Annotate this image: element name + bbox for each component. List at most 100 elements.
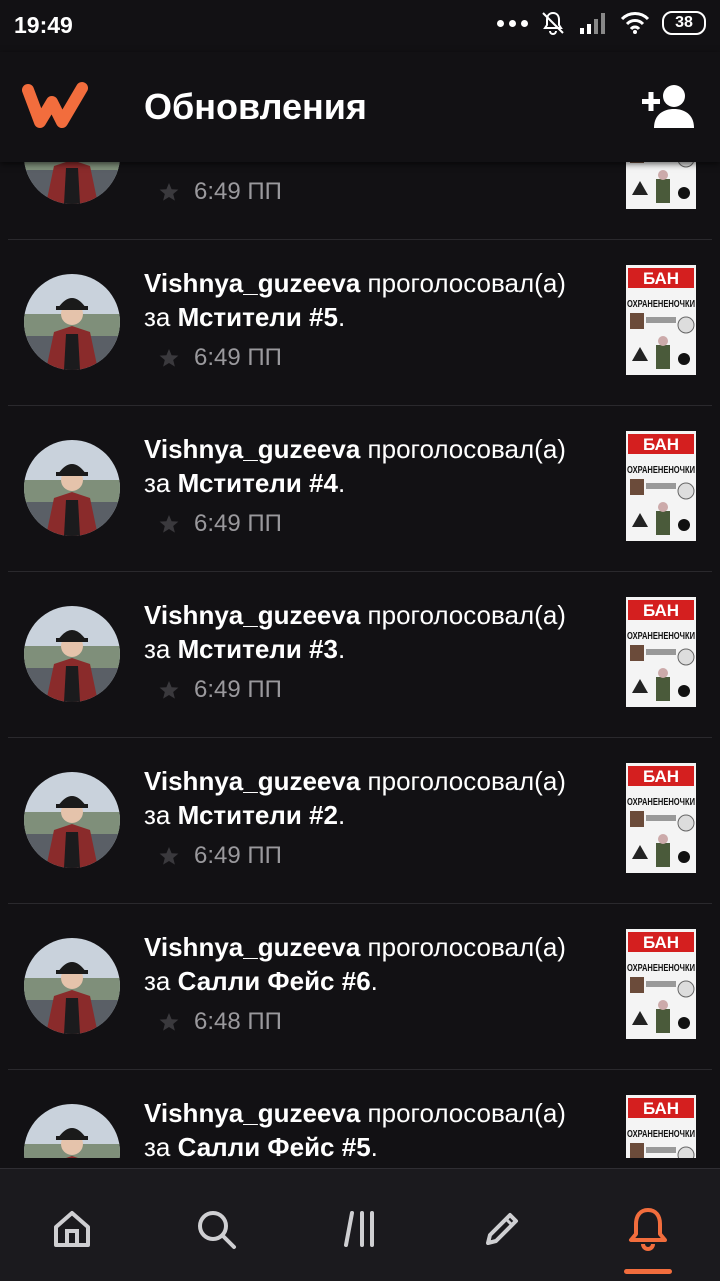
username-link[interactable]: Vishnya_guzeeva: [144, 1098, 360, 1128]
timestamp: 6:49 ПП: [194, 842, 282, 869]
thumb-title: БАН: [643, 435, 679, 454]
thumb-title: БАН: [643, 1099, 679, 1118]
timestamp: 6:49 ПП: [194, 344, 282, 371]
preposition-text: за: [144, 468, 171, 498]
time-row: 6:49 ПП: [158, 676, 282, 704]
story-link[interactable]: Мстители #5: [178, 302, 338, 332]
time-row: 6:49 ПП: [158, 842, 282, 870]
updates-feed[interactable]: 6:49 ППБАНОХРАНЕНЕНОЧКИVishnya_guzeeva п…: [0, 162, 720, 1158]
time-row: 6:48 ПП: [158, 1008, 282, 1036]
story-cover-thumbnail[interactable]: БАН ОХРАНЕНЕНОЧКИ: [626, 431, 696, 541]
page-title: Обновления: [144, 86, 367, 127]
mute-bell-icon: [542, 11, 564, 35]
action-text: проголосовал(а): [367, 1098, 566, 1128]
preposition-text: за: [144, 800, 171, 830]
preposition-text: за: [144, 966, 171, 996]
feed-item[interactable]: Vishnya_guzeeva проголосовал(а) за Салли …: [8, 904, 712, 1070]
avatar[interactable]: [24, 440, 120, 536]
action-text: проголосовал(а): [367, 932, 566, 962]
feed-item-text: Vishnya_guzeeva проголосовал(а) за Мстите…: [144, 434, 566, 498]
feed-item-text: Vishnya_guzeeva проголосовал(а) за Салли …: [144, 932, 566, 996]
star-icon: [159, 1013, 179, 1031]
story-cover-thumbnail[interactable]: БАН ОХРАНЕНЕНОЧКИ: [626, 929, 696, 1039]
feed-item[interactable]: Vishnya_guzeeva проголосовал(а) за Мстите…: [8, 406, 712, 572]
feed-item[interactable]: Vishnya_guzeeva проголосовал(а) за Мстите…: [8, 738, 712, 904]
wifi-icon: [620, 12, 650, 34]
story-link[interactable]: Мстители #4: [178, 468, 338, 498]
action-text: проголосовал(а): [367, 268, 566, 298]
battery-level: 38: [675, 14, 693, 31]
thumb-subtitle: ОХРАНЕНЕНОЧКИ: [627, 464, 695, 476]
avatar[interactable]: [24, 274, 120, 370]
username-link[interactable]: Vishnya_guzeeva: [144, 932, 360, 962]
avatar[interactable]: [24, 938, 120, 1034]
wattpad-logo-icon[interactable]: [22, 80, 88, 130]
avatar[interactable]: [24, 772, 120, 868]
star-icon: [159, 349, 179, 367]
notifications-bell-icon[interactable]: [618, 1199, 678, 1259]
feed-item-text: Vishnya_guzeeva проголосовал(а) за Мстите…: [144, 600, 566, 664]
thumb-title: БАН: [643, 269, 679, 288]
thumb-subtitle: ОХРАНЕНЕНОЧКИ: [627, 796, 695, 808]
feed-item[interactable]: Vishnya_guzeeva проголосовал(а) за Салли …: [8, 1070, 712, 1158]
feed-item-text: Vishnya_guzeeva проголосовал(а) за Мстите…: [144, 268, 566, 332]
thumb-subtitle: ОХРАНЕНЕНОЧКИ: [627, 1128, 695, 1140]
time-row: 6:49 ПП: [158, 178, 282, 206]
thumb-title: БАН: [643, 601, 679, 620]
thumb-subtitle: ОХРАНЕНЕНОЧКИ: [627, 298, 695, 310]
story-link[interactable]: Салли Фейс #6: [178, 966, 371, 996]
action-text: проголосовал(а): [367, 766, 566, 796]
action-text: проголосовал(а): [367, 434, 566, 464]
story-link[interactable]: Салли Фейс #5: [178, 1132, 371, 1158]
more-dots-icon: [497, 19, 528, 27]
action-text: проголосовал(а): [367, 600, 566, 630]
bottom-navigation: [0, 1168, 720, 1281]
story-cover-thumbnail[interactable]: БАН ОХРАНЕНЕНОЧКИ: [626, 597, 696, 707]
username-link[interactable]: Vishnya_guzeeva: [144, 600, 360, 630]
avatar[interactable]: [24, 606, 120, 702]
add-friend-icon[interactable]: [640, 82, 696, 130]
signal-icon: [580, 13, 605, 34]
username-link[interactable]: Vishnya_guzeeva: [144, 434, 360, 464]
story-link[interactable]: Мстители #2: [178, 800, 338, 830]
thumb-subtitle: ОХРАНЕНЕНОЧКИ: [627, 962, 695, 974]
timestamp: 6:48 ПП: [194, 1008, 282, 1035]
star-icon: [159, 681, 179, 699]
timestamp: 6:49 ПП: [194, 510, 282, 537]
thumb-title: БАН: [643, 767, 679, 786]
feed-item[interactable]: 6:49 ПП БАНОХРАНЕНЕНОЧКИ: [8, 162, 712, 240]
avatar[interactable]: [24, 1104, 120, 1158]
time-row: 6:49 ПП: [158, 344, 282, 372]
username-link[interactable]: Vishnya_guzeeva: [144, 268, 360, 298]
home-icon[interactable]: [42, 1199, 102, 1259]
story-cover-thumbnail[interactable]: БАНОХРАНЕНЕНОЧКИ: [626, 162, 696, 209]
status-time: 19:49: [14, 12, 73, 38]
story-cover-thumbnail[interactable]: БАН ОХРАНЕНЕНОЧКИ: [626, 1095, 696, 1158]
timestamp: 6:49 ПП: [194, 676, 282, 703]
status-bar: 19:49 38: [0, 0, 720, 52]
app-header: Обновления: [0, 52, 720, 162]
story-cover-thumbnail[interactable]: БАН ОХРАНЕНЕНОЧКИ: [626, 763, 696, 873]
username-link[interactable]: Vishnya_guzeeva: [144, 766, 360, 796]
story-link[interactable]: Мстители #3: [178, 634, 338, 664]
active-tab-indicator: [624, 1269, 672, 1274]
time-row: 6:49 ПП: [158, 510, 282, 538]
star-icon: [159, 183, 179, 201]
preposition-text: за: [144, 1132, 171, 1158]
write-pencil-icon[interactable]: [472, 1199, 532, 1259]
feed-item[interactable]: Vishnya_guzeeva проголосовал(а) за Мстите…: [8, 240, 712, 406]
feed-item[interactable]: Vishnya_guzeeva проголосовал(а) за Мстите…: [8, 572, 712, 738]
feed-item-text: Vishnya_guzeeva проголосовал(а) за Мстите…: [144, 766, 566, 830]
feed-item-text: Vishnya_guzeeva проголосовал(а) за Салли …: [144, 1096, 604, 1158]
preposition-text: за: [144, 302, 171, 332]
star-icon: [159, 847, 179, 865]
library-icon[interactable]: [332, 1199, 392, 1259]
timestamp: 6:49 ПП: [194, 178, 282, 205]
search-icon[interactable]: [186, 1199, 246, 1259]
thumb-title: БАН: [643, 933, 679, 952]
avatar[interactable]: [24, 162, 120, 204]
thumb-subtitle: ОХРАНЕНЕНОЧКИ: [627, 630, 695, 642]
story-cover-thumbnail[interactable]: БАН ОХРАНЕНЕНОЧКИ: [626, 265, 696, 375]
star-icon: [159, 515, 179, 533]
battery-icon: 38: [662, 11, 706, 35]
